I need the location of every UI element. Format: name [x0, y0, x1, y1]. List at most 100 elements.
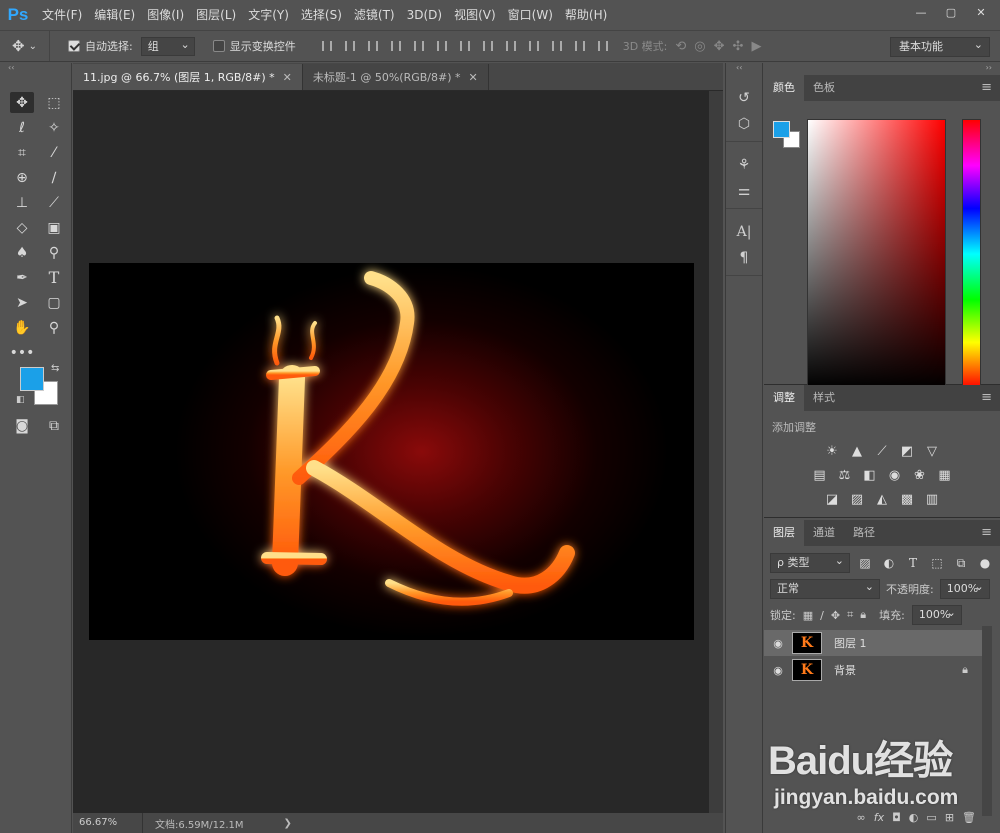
lock-artboard-icon[interactable]: ⌗ — [847, 608, 853, 622]
photo-filter-icon[interactable]: ◉ — [886, 467, 904, 483]
curves-icon[interactable]: ⟋ — [873, 443, 891, 459]
visibility-eye-icon[interactable]: ◉ — [764, 664, 792, 677]
blend-mode-dropdown[interactable]: 正常 — [770, 578, 880, 599]
tab-channels[interactable]: 通道 — [804, 520, 844, 546]
menu-edit[interactable]: 编辑(E) — [88, 0, 141, 30]
channel-mixer-icon[interactable]: ❀ — [911, 467, 929, 483]
lock-image-icon[interactable]: ∕ — [820, 609, 824, 622]
status-menu-arrow-icon[interactable]: ❯ — [284, 818, 292, 829]
menu-window[interactable]: 窗口(W) — [502, 0, 559, 30]
zoom-level-field[interactable]: 66.67% — [73, 813, 143, 833]
path-selection-tool-icon[interactable]: ➤ — [10, 292, 34, 313]
properties-panel-icon[interactable]: ⚌ — [726, 178, 762, 204]
more-tools-icon[interactable]: ••• — [10, 342, 35, 363]
fill-field[interactable]: 100% — [911, 604, 962, 625]
close-icon[interactable]: ✕ — [469, 71, 478, 84]
selective-color-icon[interactable]: ▩ — [898, 491, 916, 507]
filter-type-icon[interactable]: T — [904, 555, 922, 571]
align-left-icon[interactable] — [385, 36, 408, 56]
gradient-tool-icon[interactable]: ▣ — [42, 217, 66, 238]
shape-tool-icon[interactable]: ▢ — [42, 292, 66, 313]
menu-image[interactable]: 图像(I) — [141, 0, 190, 30]
clone-stamp-tool-icon[interactable]: ⊥ — [10, 192, 34, 213]
screen-mode-icon[interactable]: ⧉ — [42, 415, 66, 436]
panel-menu-icon[interactable]: ≡ — [981, 525, 992, 540]
brush-presets-icon[interactable]: ⚘ — [726, 152, 762, 178]
menu-type[interactable]: 文字(Y) — [242, 0, 295, 30]
lock-position-icon[interactable]: ✥ — [831, 609, 840, 622]
3d-roll-icon[interactable]: ◎ — [694, 39, 705, 54]
filter-toggle-icon[interactable]: ● — [976, 555, 994, 571]
3d-panel-icon[interactable]: ⬡ — [726, 111, 762, 137]
menu-select[interactable]: 选择(S) — [295, 0, 348, 30]
layer-filter-dropdown[interactable]: ρ 类型 — [770, 552, 850, 573]
3d-orbit-icon[interactable]: ⟲ — [675, 39, 686, 54]
type-tool-icon[interactable]: T — [42, 267, 66, 288]
layer-row[interactable]: ◉ K 背景 🔒︎ — [764, 657, 982, 683]
align-right-icon[interactable] — [431, 36, 454, 56]
distribute-right-icon[interactable] — [569, 36, 592, 56]
history-brush-tool-icon[interactable]: ⟋ — [42, 192, 66, 213]
hue-slider[interactable] — [962, 119, 981, 389]
swap-colors-icon[interactable]: ⇆ — [51, 363, 59, 374]
tab-adjustments[interactable]: 调整 — [764, 385, 804, 411]
canvas-viewport[interactable] — [73, 91, 709, 813]
3d-camera-icon[interactable]: ▶ — [751, 39, 761, 54]
quick-mask-icon[interactable]: ◙ — [10, 415, 34, 436]
tab-document-1[interactable]: 11.jpg @ 66.7% (图层 1, RGB/8#) * ✕ — [73, 64, 303, 90]
brush-tool-icon[interactable]: ∕ — [42, 167, 66, 188]
gradient-map-icon[interactable]: ▥ — [923, 491, 941, 507]
move-tool-preset[interactable]: ✥ ⌄ — [0, 31, 50, 61]
blur-tool-icon[interactable]: ♠ — [10, 242, 34, 263]
menu-layer[interactable]: 图层(L) — [190, 0, 242, 30]
move-tool-icon[interactable]: ✥ — [10, 92, 34, 113]
menu-3d[interactable]: 3D(D) — [401, 0, 448, 30]
threshold-icon[interactable]: ◭ — [873, 491, 891, 507]
3d-slide-icon[interactable]: ✣ — [733, 39, 744, 54]
panel-menu-icon[interactable]: ≡ — [981, 80, 992, 95]
dodge-tool-icon[interactable]: ⚲ — [42, 242, 66, 263]
lasso-tool-icon[interactable]: ℓ — [10, 117, 34, 138]
hand-tool-icon[interactable]: ✋ — [10, 317, 34, 338]
collapse-toolbar-icon[interactable]: ‹‹ — [0, 63, 71, 75]
default-colors-icon[interactable]: ◧ — [16, 395, 25, 405]
maximize-button[interactable]: ▢ — [938, 3, 964, 21]
expand-dock-icon[interactable]: ‹‹ — [726, 63, 762, 75]
align-hcenter-icon[interactable] — [408, 36, 431, 56]
menu-view[interactable]: 视图(V) — [448, 0, 502, 30]
auto-select-checkbox[interactable] — [68, 40, 80, 52]
panel-menu-icon[interactable]: ≡ — [981, 390, 992, 405]
workspace-dropdown[interactable]: 基本功能 — [890, 36, 990, 57]
collapse-panels-icon[interactable]: ›› — [764, 63, 1000, 75]
auto-align-icon[interactable] — [592, 36, 615, 56]
history-panel-icon[interactable]: ↺ — [726, 85, 762, 111]
tab-color[interactable]: 颜色 — [764, 75, 804, 101]
levels-icon[interactable]: ▲ — [848, 443, 866, 459]
align-vcenter-icon[interactable] — [339, 36, 362, 56]
color-lookup-icon[interactable]: ▦ — [936, 467, 954, 483]
foreground-color-swatch[interactable] — [20, 367, 44, 391]
auto-select-dropdown[interactable]: 组 — [140, 36, 195, 56]
distribute-top-icon[interactable] — [454, 36, 477, 56]
black-white-icon[interactable]: ◧ — [861, 467, 879, 483]
zoom-tool-icon[interactable]: ⚲ — [42, 317, 66, 338]
hue-saturation-icon[interactable]: ▤ — [811, 467, 829, 483]
tab-layers[interactable]: 图层 — [764, 520, 804, 546]
tab-paths[interactable]: 路径 — [844, 520, 884, 546]
minimize-button[interactable]: — — [908, 3, 934, 21]
magic-wand-tool-icon[interactable]: ✧ — [42, 117, 66, 138]
pen-tool-icon[interactable]: ✒ — [10, 267, 34, 288]
paragraph-panel-icon[interactable]: ¶ — [726, 245, 762, 271]
color-picker-field[interactable] — [807, 119, 946, 389]
filter-pixel-icon[interactable]: ▨ — [856, 555, 874, 571]
fire-letter-k-image[interactable] — [89, 263, 694, 640]
menu-filter[interactable]: 滤镜(T) — [348, 0, 401, 30]
marquee-tool-icon[interactable]: ⬚ — [42, 92, 66, 113]
layer-row[interactable]: ◉ K 图层 1 — [764, 630, 982, 656]
distribute-vcenter-icon[interactable] — [477, 36, 500, 56]
distribute-bottom-icon[interactable] — [500, 36, 523, 56]
eraser-tool-icon[interactable]: ◇ — [10, 217, 34, 238]
close-button[interactable]: ✕ — [968, 3, 994, 21]
tab-swatches[interactable]: 色板 — [804, 75, 844, 101]
character-panel-icon[interactable]: A| — [726, 219, 762, 245]
